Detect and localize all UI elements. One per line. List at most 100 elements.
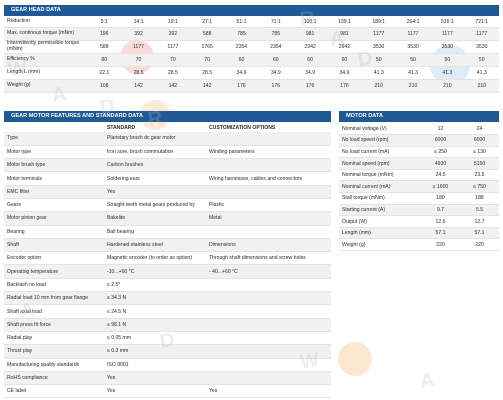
gear-head-cell: 60 xyxy=(258,53,293,67)
gear-head-cell: 392 xyxy=(121,27,156,41)
gear-motor-row: Thrust play ≤ 0.3 mm xyxy=(4,344,331,359)
gear-motor-standard: ≤ 24.5 N xyxy=(104,304,206,319)
standard-col-header: STANDARD xyxy=(107,124,136,131)
motor-data-label: No load speed (rpm) xyxy=(339,134,421,147)
gear-head-cell: 588 xyxy=(190,27,225,41)
gear-motor-custom xyxy=(206,132,331,146)
gear-head-cell: 70 xyxy=(155,53,190,67)
gear-motor-standard: Bakelite xyxy=(104,211,206,226)
motor-data-label: Nominal current (mA) xyxy=(339,180,421,194)
gear-head-cell: 108 xyxy=(87,79,122,93)
motor-data-label: Nominal speed (rpm) xyxy=(339,157,421,170)
gear-head-cell: 1177 xyxy=(464,27,499,41)
gear-head-cell: 60 xyxy=(327,53,362,67)
gear-motor-custom: Dimensions xyxy=(206,238,331,253)
motor-data-row: Output (W) 12.6 12.7 xyxy=(339,215,499,228)
gear-head-cell: 41.3 xyxy=(430,66,465,80)
gear-head-cell: 41.3 xyxy=(395,66,431,80)
gear-head-cell: 588 xyxy=(87,40,122,54)
gear-motor-standard: -10...+60 °C xyxy=(104,264,206,279)
gear-motor-label: EMC filter xyxy=(4,185,104,199)
motor-data-header: MOTOR DATA xyxy=(339,111,499,122)
gear-motor-label: Type xyxy=(4,132,104,146)
gear-head-cell: 142 xyxy=(155,79,190,93)
gear-motor-label: Motor type xyxy=(4,145,104,160)
gear-motor-row: Type Planetary brush dc gear motor xyxy=(4,132,331,146)
gear-head-cell: 5:1 xyxy=(87,17,122,28)
motor-data-row: Weight (g) 220 220 xyxy=(339,238,499,252)
gear-head-cell: 50 xyxy=(361,53,396,67)
gear-head-cell: 14:1 xyxy=(121,17,156,28)
gear-motor-custom: Through shaft dimensions and screw holes xyxy=(206,251,331,266)
motor-data-row: Length (mm) 57.1 57.1 xyxy=(339,227,499,240)
gear-head-cell: 785 xyxy=(224,27,259,41)
gear-head-cell: 142 xyxy=(190,79,225,93)
gear-motor-row: Radial play ≤ 0.05 mm xyxy=(4,331,331,346)
motor-data-label: Weight (g) xyxy=(339,238,421,252)
gear-motor-custom xyxy=(206,304,331,319)
gear-motor-label: Motor brush type xyxy=(4,158,104,173)
gear-motor-label: Shaft axial load xyxy=(4,304,104,319)
gear-head-cell: 210 xyxy=(464,79,499,93)
gear-motor-row: Operating temperature -10...+60 °C - 40...… xyxy=(4,264,331,279)
gear-head-cell: 41.3 xyxy=(464,66,499,80)
gear-head-cell: 196 xyxy=(87,27,122,41)
watermark-dot-orange-2 xyxy=(338,342,372,376)
gear-motor-custom xyxy=(206,291,331,306)
gear-head-table: Reduction 5:1 14:1 19:1 27:1 51:1 71:1 100:1 139… xyxy=(4,17,499,93)
gear-motor-label: Bearing xyxy=(4,225,104,239)
gear-motor-row: Radial load 10 mm from gear flange ≤ 34.3… xyxy=(4,291,331,306)
gear-motor-row: Encoder option Magnetic encoder (to order… xyxy=(4,251,331,266)
motor-data-value-12v: 9.7 xyxy=(421,204,460,217)
gear-head-row: Intermittently permissible torque (mNm) 5… xyxy=(4,40,499,54)
gear-motor-row: Backlash no load ≤ 2.5° xyxy=(4,278,331,293)
gear-head-cell: 721:1 xyxy=(464,17,499,28)
gear-head-cell: 19:1 xyxy=(155,17,190,28)
gear-motor-label: Shaft press fit force xyxy=(4,318,104,332)
gear-head-cell: 22.1 xyxy=(87,66,122,80)
gear-head-row: Reduction 5:1 14:1 19:1 27:1 51:1 71:1 100:1 139… xyxy=(4,17,499,28)
gear-head-cell: 80 xyxy=(87,53,122,67)
gear-motor-row: EMC filter Yes xyxy=(4,185,331,199)
gear-motor-standard: Yes xyxy=(104,185,206,199)
gear-motor-custom xyxy=(206,331,331,346)
gear-motor-standard: ISO 9001 xyxy=(104,358,206,372)
motor-data-row: Nominal voltage (V) 12 24 xyxy=(339,123,499,136)
gear-motor-standard: Ball bearing xyxy=(104,225,206,239)
gear-motor-label: Backlash no load xyxy=(4,278,104,293)
gear-head-cell: 27:1 xyxy=(190,17,225,28)
gear-head-row: Max. continous torque (mNm) 196 392 392 588 7… xyxy=(4,27,499,41)
motor-data-value-24v: ≤ 750 xyxy=(460,180,499,194)
gear-head-cell: 1765 xyxy=(190,40,225,54)
gear-head-cell: 176 xyxy=(327,79,362,93)
gear-motor-standard: Straight teeth metal gears produced by xyxy=(104,198,206,213)
gear-motor-label: Radial load 10 mm from gear flange xyxy=(4,291,104,306)
motor-data-label: Nominal voltage (V) xyxy=(339,123,421,136)
gear-head-cell: 100:1 xyxy=(292,17,328,28)
gear-motor-custom xyxy=(206,225,331,239)
gear-head-cell: 28.5 xyxy=(121,66,156,80)
gear-head-cell: 1177 xyxy=(155,40,190,54)
gear-motor-row: Gears Straight teeth metal gears produced… xyxy=(4,198,331,213)
gear-motor-row: Shaft axial load ≤ 24.5 N xyxy=(4,304,331,319)
gear-head-cell: 60 xyxy=(292,53,328,67)
gear-motor-label: Operating temperature xyxy=(4,264,104,279)
gear-head-cell: 516:1 xyxy=(430,17,465,28)
gear-head-cell: 34.9 xyxy=(327,66,362,80)
gear-head-cell: 3530 xyxy=(395,40,431,54)
motor-data-value-24v: 57.1 xyxy=(460,227,499,240)
gear-head-cell: 210 xyxy=(430,79,465,93)
gear-head-cell: 3530 xyxy=(361,40,396,54)
gear-head-row: Weight (g) 108 142 142 142 176 176 176 176 210 210… xyxy=(4,79,499,93)
motor-data-value-24v: 220 xyxy=(460,238,499,252)
motor-data-label: Starting current (A) xyxy=(339,204,421,217)
gear-head-cell: 176 xyxy=(258,79,293,93)
gear-head-row-label: Reduction xyxy=(4,17,88,28)
motor-data-value-12v: 4930 xyxy=(421,157,460,170)
gear-motor-standard: Yes xyxy=(104,384,206,399)
gear-head-cell: 3530 xyxy=(430,40,465,54)
gear-head-row-label: Intermittently permissible torque (mNm) xyxy=(4,40,88,54)
gear-head-cell: 2942 xyxy=(292,40,328,54)
gear-motor-standard: ≤ 98.1 N xyxy=(104,318,206,332)
motor-data-row: Nominal current (mA) ≤ 1600 ≤ 750 xyxy=(339,180,499,194)
